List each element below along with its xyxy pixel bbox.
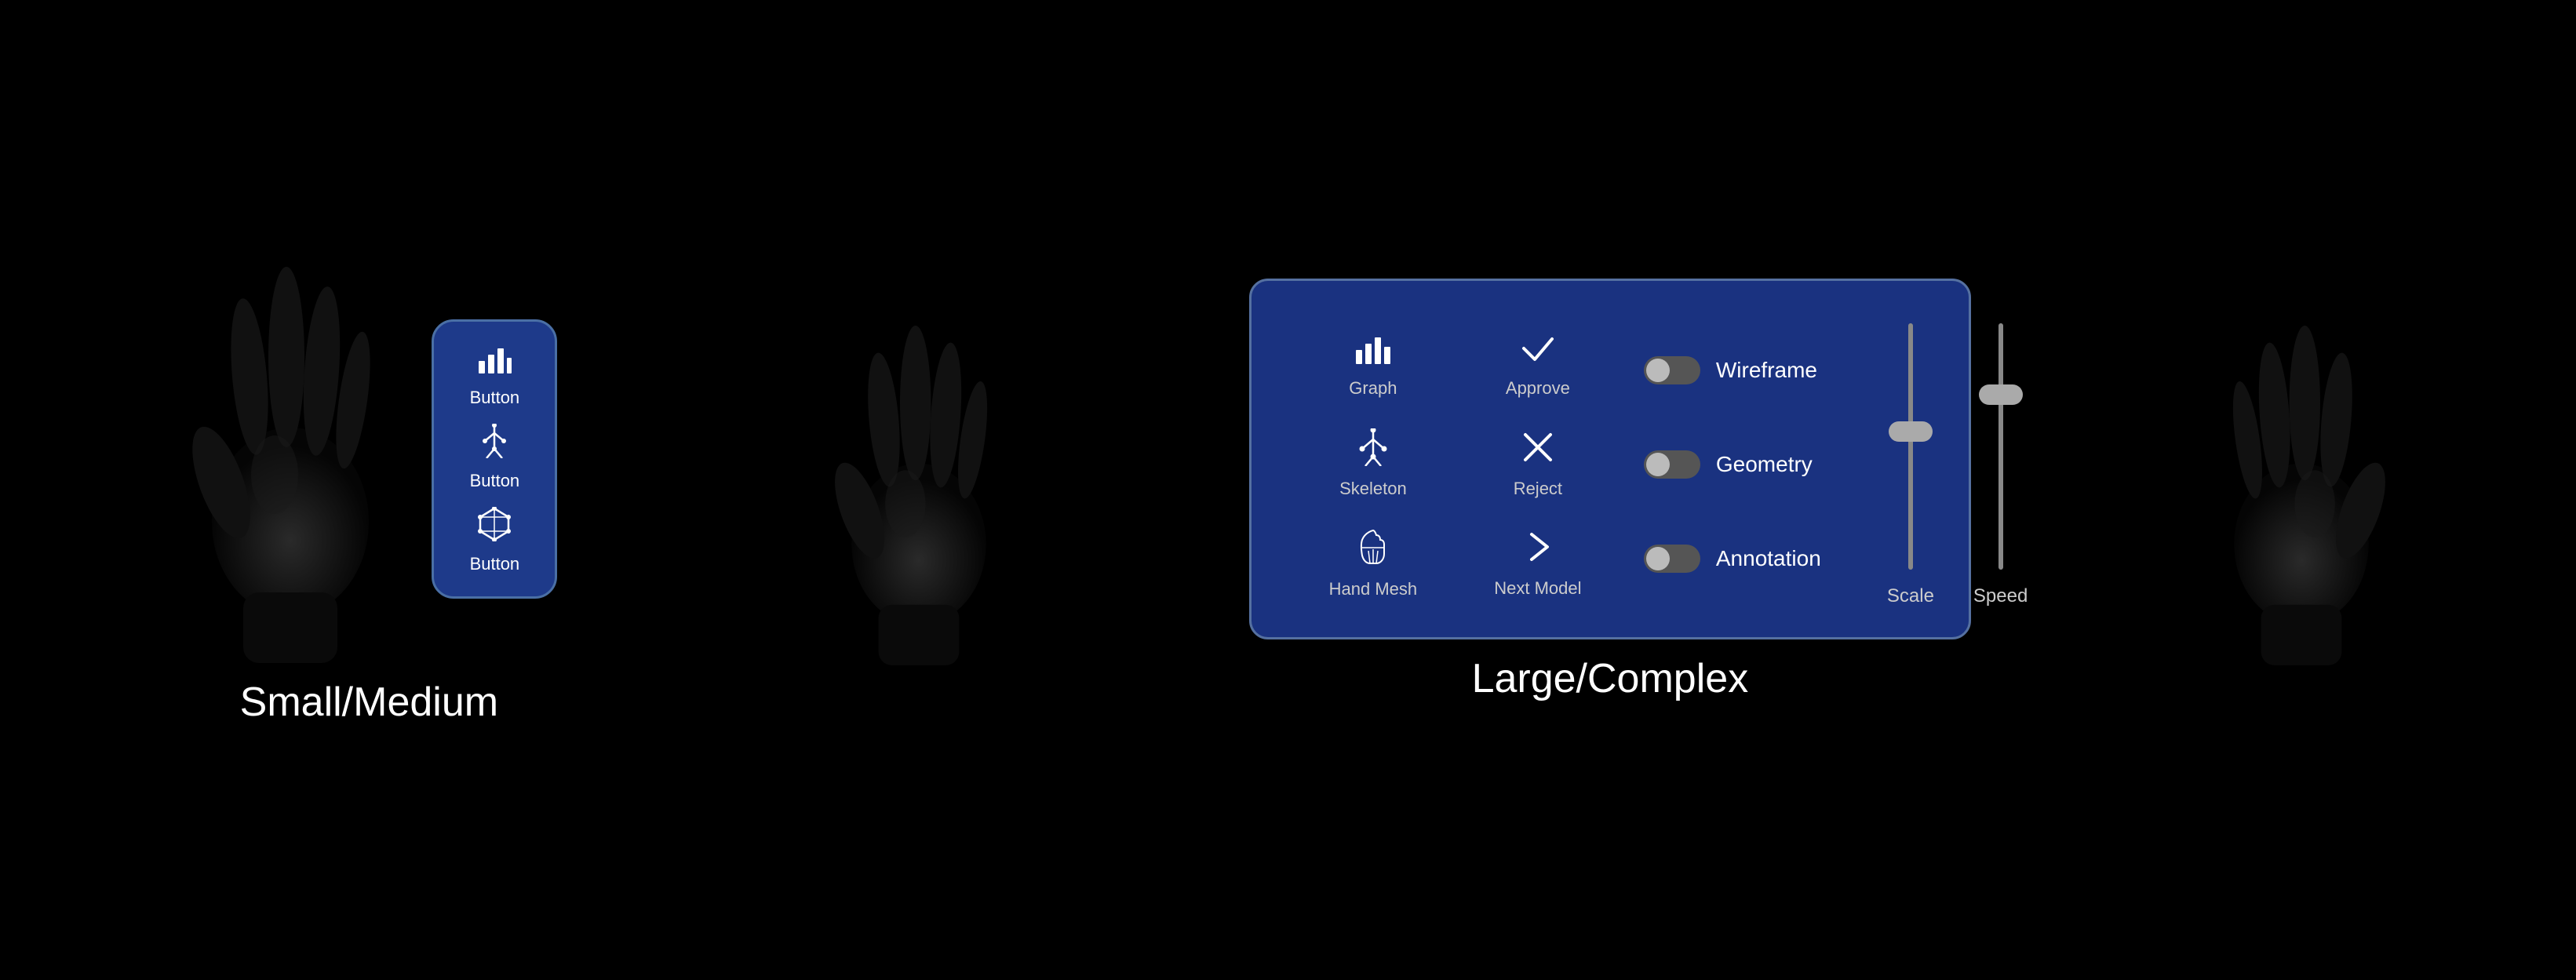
speed-slider-col: Speed	[1973, 315, 2028, 614]
approve-icon	[1519, 331, 1557, 372]
panel-btn-skeleton[interactable]: Button	[450, 424, 539, 491]
skeleton-control-label: Skeleton	[1339, 479, 1407, 499]
speed-slider-thumb[interactable]	[1979, 384, 2023, 405]
handmesh-icon	[1354, 527, 1392, 573]
control-approve[interactable]: Approve	[1456, 315, 1620, 415]
panel-btn-graph[interactable]: Button	[450, 344, 539, 408]
scale-slider-col: Scale	[1887, 315, 1934, 614]
panel-btn-skeleton-label: Button	[470, 471, 520, 491]
small-medium-label: Small/Medium	[240, 679, 498, 726]
small-medium-section: Button	[180, 255, 557, 726]
control-skeleton[interactable]: Skeleton	[1291, 414, 1456, 514]
cube-icon	[477, 507, 512, 549]
large-panel-inner: Graph Approve	[1291, 315, 1929, 614]
annotation-toggle[interactable]	[1644, 545, 1700, 573]
geometry-toggle[interactable]	[1644, 450, 1700, 479]
control-nextmodel[interactable]: Next Model	[1456, 514, 1620, 614]
toggle-geometry[interactable]: Geometry	[1644, 450, 1864, 479]
wireframe-toggle[interactable]	[1644, 356, 1700, 384]
approve-label: Approve	[1506, 378, 1570, 399]
small-hand-container: Button	[180, 255, 557, 663]
panel-btn-graph-label: Button	[470, 388, 520, 408]
speed-slider-label: Speed	[1973, 585, 2028, 614]
wireframe-toggle-knob	[1646, 359, 1670, 382]
toggle-annotation[interactable]: Annotation	[1644, 545, 1864, 573]
scale-slider-label: Scale	[1887, 585, 1934, 614]
large-panel: Graph Approve	[1249, 279, 1971, 639]
handmesh-label: Hand Mesh	[1329, 579, 1418, 599]
speed-slider-track[interactable]	[1998, 323, 2003, 570]
large-complex-section: Graph Approve	[1249, 279, 1971, 702]
nextmodel-icon	[1519, 528, 1557, 572]
control-reject[interactable]: Reject	[1456, 414, 1620, 514]
scale-slider-track[interactable]	[1908, 323, 1913, 570]
geometry-toggle-label: Geometry	[1716, 452, 1813, 477]
panel-btn-cube[interactable]: Button	[450, 507, 539, 574]
annotation-toggle-label: Annotation	[1716, 546, 1821, 571]
right-hand-silhouette	[2207, 302, 2396, 679]
large-complex-label: Large/Complex	[1472, 655, 1749, 702]
geometry-toggle-knob	[1646, 453, 1670, 476]
skeleton-control-icon	[1354, 428, 1392, 472]
large-panel-sliders: Scale Speed	[1887, 315, 2028, 614]
large-panel-toggles: Wireframe Geometry Annotation	[1620, 315, 1887, 614]
reject-label: Reject	[1514, 479, 1562, 499]
control-graph[interactable]: Graph	[1291, 315, 1456, 415]
toggle-wireframe[interactable]: Wireframe	[1644, 356, 1864, 384]
large-panel-actions: Graph Approve	[1291, 315, 1620, 614]
middle-hand-silhouette	[825, 302, 1013, 679]
graph-control-icon	[1354, 331, 1392, 372]
main-scene: Button	[0, 0, 2576, 980]
control-handmesh[interactable]: Hand Mesh	[1291, 514, 1456, 614]
skeleton-icon	[477, 424, 512, 466]
nextmodel-label: Next Model	[1494, 578, 1581, 599]
annotation-toggle-knob	[1646, 547, 1670, 570]
reject-icon	[1519, 428, 1557, 472]
left-hand-silhouette	[180, 255, 400, 663]
wireframe-toggle-label: Wireframe	[1716, 358, 1817, 383]
graph-control-label: Graph	[1349, 378, 1397, 399]
graph-icon	[477, 344, 512, 383]
scale-slider-thumb[interactable]	[1889, 421, 1933, 442]
small-medium-panel: Button	[432, 319, 557, 599]
panel-btn-cube-label: Button	[470, 554, 520, 574]
